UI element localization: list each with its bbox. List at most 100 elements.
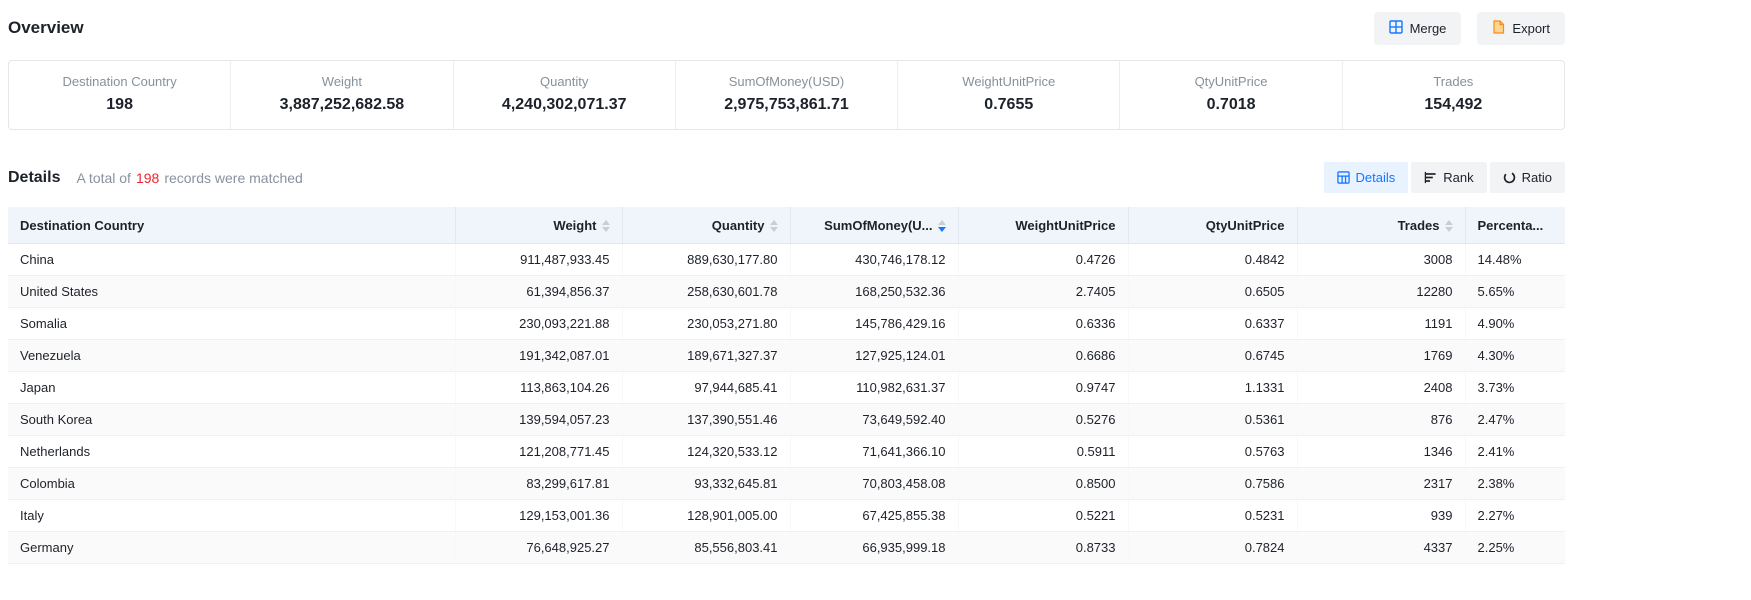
- cell-sumofmoney-u: 430,746,178.12: [790, 244, 958, 276]
- cell-percenta: 2.25%: [1465, 532, 1565, 564]
- stat-value: 0.7018: [1126, 96, 1335, 114]
- column-header-weightunitprice: WeightUnitPrice: [958, 207, 1128, 244]
- stat-label: WeightUnitPrice: [904, 74, 1113, 89]
- cell-quantity: 889,630,177.80: [622, 244, 790, 276]
- cell-weight: 129,153,001.36: [455, 500, 622, 532]
- export-button-label: Export: [1512, 21, 1550, 36]
- cell-trades: 1769: [1297, 340, 1465, 372]
- cell-qtyunitprice: 0.6745: [1128, 340, 1297, 372]
- column-label: Trades: [1398, 218, 1440, 233]
- column-header-weight[interactable]: Weight: [455, 207, 622, 244]
- merge-button[interactable]: Merge: [1374, 12, 1462, 45]
- stat-weightunitprice: WeightUnitPrice 0.7655: [898, 61, 1120, 129]
- cell-percenta: 2.38%: [1465, 468, 1565, 500]
- stat-value: 154,492: [1349, 96, 1558, 114]
- table-row: Colombia83,299,617.8193,332,645.8170,803…: [8, 468, 1565, 500]
- cell-percenta: 14.48%: [1465, 244, 1565, 276]
- cell-weight: 113,863,104.26: [455, 372, 622, 404]
- column-label: Quantity: [712, 218, 765, 233]
- export-button[interactable]: Export: [1477, 12, 1565, 45]
- stat-quantity: Quantity4,240,302,071.37: [454, 61, 676, 129]
- table-row: Venezuela191,342,087.01189,671,327.37127…: [8, 340, 1565, 372]
- column-label: SumOfMoney(U...: [824, 218, 932, 233]
- table-row: Netherlands121,208,771.45124,320,533.127…: [8, 436, 1565, 468]
- overview-stats: Destination Country198 Weight 3,887,252,68…: [8, 60, 1565, 130]
- cell-weight: 230,093,221.88: [455, 308, 622, 340]
- cell-sumofmoney-u: 110,982,631.37: [790, 372, 958, 404]
- cell-percenta: 2.41%: [1465, 436, 1565, 468]
- cell-weightunitprice: 0.5276: [958, 404, 1128, 436]
- stat-value: 3,887,252,682.58: [237, 96, 446, 114]
- table-icon: [1337, 171, 1350, 184]
- details-bar: Details A total of198records were matche…: [8, 162, 1565, 193]
- cell-trades: 939: [1297, 500, 1465, 532]
- stat-label: Weight: [237, 74, 446, 89]
- cell-sumofmoney-u: 67,425,855.38: [790, 500, 958, 532]
- cell-quantity: 258,630,601.78: [622, 276, 790, 308]
- stat-trades: Trades154,492: [1343, 61, 1564, 129]
- sort-carets-icon[interactable]: [770, 220, 778, 232]
- cell-qtyunitprice: 0.5231: [1128, 500, 1297, 532]
- column-header-trades[interactable]: Trades: [1297, 207, 1465, 244]
- cell-weight: 61,394,856.37: [455, 276, 622, 308]
- cell-weight: 911,487,933.45: [455, 244, 622, 276]
- table-header-row: Destination CountryWeightQuantitySumOfMo…: [8, 207, 1565, 244]
- cell-weightunitprice: 2.7405: [958, 276, 1128, 308]
- summary-count: 198: [136, 170, 159, 186]
- cell-destination-country: Japan: [8, 372, 455, 404]
- cell-weightunitprice: 0.8733: [958, 532, 1128, 564]
- cell-percenta: 5.65%: [1465, 276, 1565, 308]
- stat-value: 0.7655: [904, 96, 1113, 114]
- column-header-percenta: Percenta...: [1465, 207, 1565, 244]
- stat-label: Destination Country: [15, 74, 224, 89]
- cell-destination-country: Colombia: [8, 468, 455, 500]
- summary-suffix: records were matched: [164, 170, 303, 186]
- column-label: Weight: [553, 218, 596, 233]
- table-row: Japan113,863,104.2697,944,685.41110,982,…: [8, 372, 1565, 404]
- table-row: Germany76,648,925.2785,556,803.4166,935,…: [8, 532, 1565, 564]
- cell-quantity: 137,390,551.46: [622, 404, 790, 436]
- merge-button-label: Merge: [1410, 21, 1447, 36]
- view-tab-rank[interactable]: Rank: [1411, 162, 1486, 193]
- column-header-quantity[interactable]: Quantity: [622, 207, 790, 244]
- stat-sumofmoney-usd: SumOfMoney(USD)2,975,753,861.71: [676, 61, 898, 129]
- view-tab-details[interactable]: Details: [1324, 162, 1409, 193]
- details-title: Details: [8, 169, 60, 187]
- table-row: China911,487,933.45889,630,177.80430,746…: [8, 244, 1565, 276]
- stat-label: QtyUnitPrice: [1126, 74, 1335, 89]
- column-header-sumofmoney-u[interactable]: SumOfMoney(U...: [790, 207, 958, 244]
- cell-destination-country: Netherlands: [8, 436, 455, 468]
- cell-quantity: 124,320,533.12: [622, 436, 790, 468]
- sort-carets-icon[interactable]: [1445, 220, 1453, 232]
- cell-qtyunitprice: 0.4842: [1128, 244, 1297, 276]
- view-tab-ratio[interactable]: Ratio: [1490, 162, 1565, 193]
- stat-qtyunitprice: QtyUnitPrice 0.7018: [1120, 61, 1342, 129]
- stat-label: SumOfMoney(USD): [682, 74, 891, 89]
- cell-sumofmoney-u: 168,250,532.36: [790, 276, 958, 308]
- cell-quantity: 97,944,685.41: [622, 372, 790, 404]
- details-summary: A total of198records were matched: [76, 170, 302, 186]
- cell-percenta: 2.47%: [1465, 404, 1565, 436]
- sort-carets-icon[interactable]: [938, 220, 946, 232]
- cell-qtyunitprice: 0.7824: [1128, 532, 1297, 564]
- sort-carets-icon[interactable]: [602, 220, 610, 232]
- stat-destination-country: Destination Country198: [9, 61, 231, 129]
- column-label: WeightUnitPrice: [1015, 218, 1115, 233]
- table-row: South Korea139,594,057.23137,390,551.467…: [8, 404, 1565, 436]
- view-tab-label: Ratio: [1522, 170, 1552, 185]
- view-tab-label: Rank: [1443, 170, 1473, 185]
- rank-icon: [1424, 171, 1437, 184]
- column-label: Percenta...: [1478, 218, 1544, 233]
- cell-destination-country: United States: [8, 276, 455, 308]
- cell-qtyunitprice: 0.6337: [1128, 308, 1297, 340]
- table-row: Somalia230,093,221.88230,053,271.80145,7…: [8, 308, 1565, 340]
- cell-trades: 876: [1297, 404, 1465, 436]
- cell-trades: 2317: [1297, 468, 1465, 500]
- cell-weight: 191,342,087.01: [455, 340, 622, 372]
- stat-value: 4,240,302,071.37: [460, 96, 669, 114]
- cell-weightunitprice: 0.5911: [958, 436, 1128, 468]
- cell-sumofmoney-u: 71,641,366.10: [790, 436, 958, 468]
- ratio-icon: [1503, 171, 1516, 184]
- cell-weightunitprice: 0.6686: [958, 340, 1128, 372]
- cell-quantity: 93,332,645.81: [622, 468, 790, 500]
